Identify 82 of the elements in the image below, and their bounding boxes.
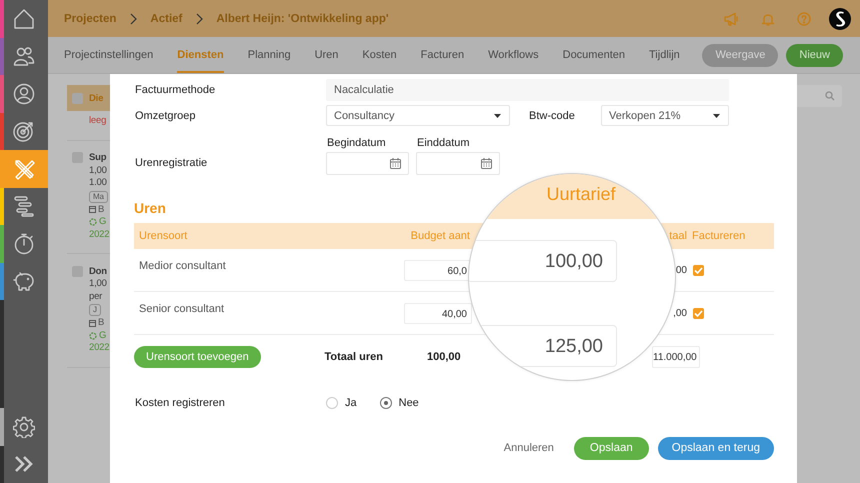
tab[interactable]: Facturen	[420, 37, 464, 73]
date-text: B	[98, 204, 104, 216]
number-field[interactable]: 100,00	[469, 240, 617, 282]
column-header: Urensoort	[138, 230, 188, 242]
calendar-icon	[390, 158, 401, 169]
calendar-icon	[89, 206, 96, 214]
select-field[interactable]: Consultancy	[326, 105, 510, 126]
add-hour-type-button[interactable]: Urensoort toevoegen	[134, 346, 261, 368]
target-icon	[13, 120, 35, 142]
project-detail: 1,00	[89, 278, 107, 290]
logo-icon[interactable]	[829, 8, 851, 30]
tab[interactable]: Workflows	[488, 37, 539, 73]
project-title[interactable]: Don	[89, 266, 107, 276]
stopwatch-icon	[13, 232, 35, 255]
status-ring-icon	[89, 332, 97, 340]
settings-icon	[13, 416, 35, 438]
chevron-right-icon	[129, 12, 138, 24]
status-ring-icon	[89, 218, 97, 226]
column-header: Budget aant	[410, 230, 471, 242]
tab[interactable]: Uren	[314, 37, 338, 73]
checkbox[interactable]	[693, 264, 704, 276]
cancel-button[interactable]: Annuleren	[504, 442, 554, 454]
table-cell-text: Senior consultant	[138, 303, 225, 317]
chevron-right-icon	[195, 12, 204, 24]
people-icon	[13, 45, 35, 68]
field-label: Kosten registreren	[134, 397, 226, 409]
checkbox[interactable]	[693, 308, 704, 318]
table-cell: ,00	[673, 308, 687, 318]
tab[interactable]: Planning	[248, 37, 291, 73]
dropdown-caret-icon	[494, 114, 501, 118]
user-icon	[13, 82, 35, 105]
view-button[interactable]: Weergave	[702, 44, 778, 66]
calendar-icon	[481, 158, 492, 169]
year-text: 2022	[89, 228, 110, 241]
field-label: Omzetgroep	[134, 110, 197, 122]
tab[interactable]: Projectinstellingen	[64, 37, 154, 73]
project-detail: 1,00	[89, 164, 107, 177]
radio-label[interactable]: Ja	[345, 397, 357, 409]
tab[interactable]: Tijdlijn	[649, 37, 680, 73]
home-icon	[13, 8, 35, 30]
field-label: Begindatum	[326, 136, 387, 148]
column-header: Factureren	[691, 230, 746, 242]
read-only-field: Nacalculatie	[326, 79, 729, 101]
select-field[interactable]: Verkopen 21%	[601, 105, 729, 126]
save-button[interactable]: Opslaan	[574, 436, 649, 460]
column-header: Uurtarief	[546, 183, 616, 205]
number-field[interactable]: 40,00	[404, 302, 472, 324]
status-text: G	[99, 330, 106, 342]
status-text: G	[99, 216, 106, 228]
date-text: B	[98, 317, 104, 330]
radio-button[interactable]	[380, 397, 392, 409]
timeline-icon	[13, 195, 35, 218]
dropdown-caret-icon	[713, 114, 720, 118]
table-cell-text: Medior consultant	[138, 260, 227, 274]
tab[interactable]: Kosten	[362, 37, 397, 73]
project-title[interactable]: Sup	[89, 152, 106, 163]
field-label: Urenregistratie	[134, 157, 208, 171]
calendar-icon	[89, 320, 96, 327]
save-and-back-button[interactable]: Opslaan en terug	[658, 436, 774, 460]
section-title: Uren	[134, 199, 167, 217]
total-label: Totaal uren	[324, 351, 383, 363]
field-label: Einddatum	[416, 136, 471, 148]
tab[interactable]: Documenten	[562, 37, 625, 73]
date-field[interactable]	[326, 152, 409, 175]
tag: Ma	[89, 190, 108, 202]
tag: J	[89, 304, 101, 316]
year-text: 2022	[89, 342, 110, 354]
field-label: Btw-code	[528, 110, 576, 122]
total-hours: 100,00	[426, 351, 462, 363]
field-label: Factuurmethode	[134, 84, 216, 96]
column-header: taal	[669, 230, 687, 242]
piggy-bank-icon	[13, 270, 35, 292]
date-field[interactable]	[416, 152, 500, 175]
new-button[interactable]: Nieuw	[786, 44, 843, 66]
warning-text: leeg	[89, 115, 106, 128]
search-icon	[825, 91, 835, 101]
radio-label[interactable]: Nee	[398, 397, 419, 409]
checkbox[interactable]	[72, 92, 83, 104]
project-detail: per	[89, 290, 102, 303]
pencil-ruler-icon	[13, 158, 35, 180]
project-detail: 1.00	[89, 177, 107, 190]
radio-button[interactable]	[326, 397, 338, 409]
